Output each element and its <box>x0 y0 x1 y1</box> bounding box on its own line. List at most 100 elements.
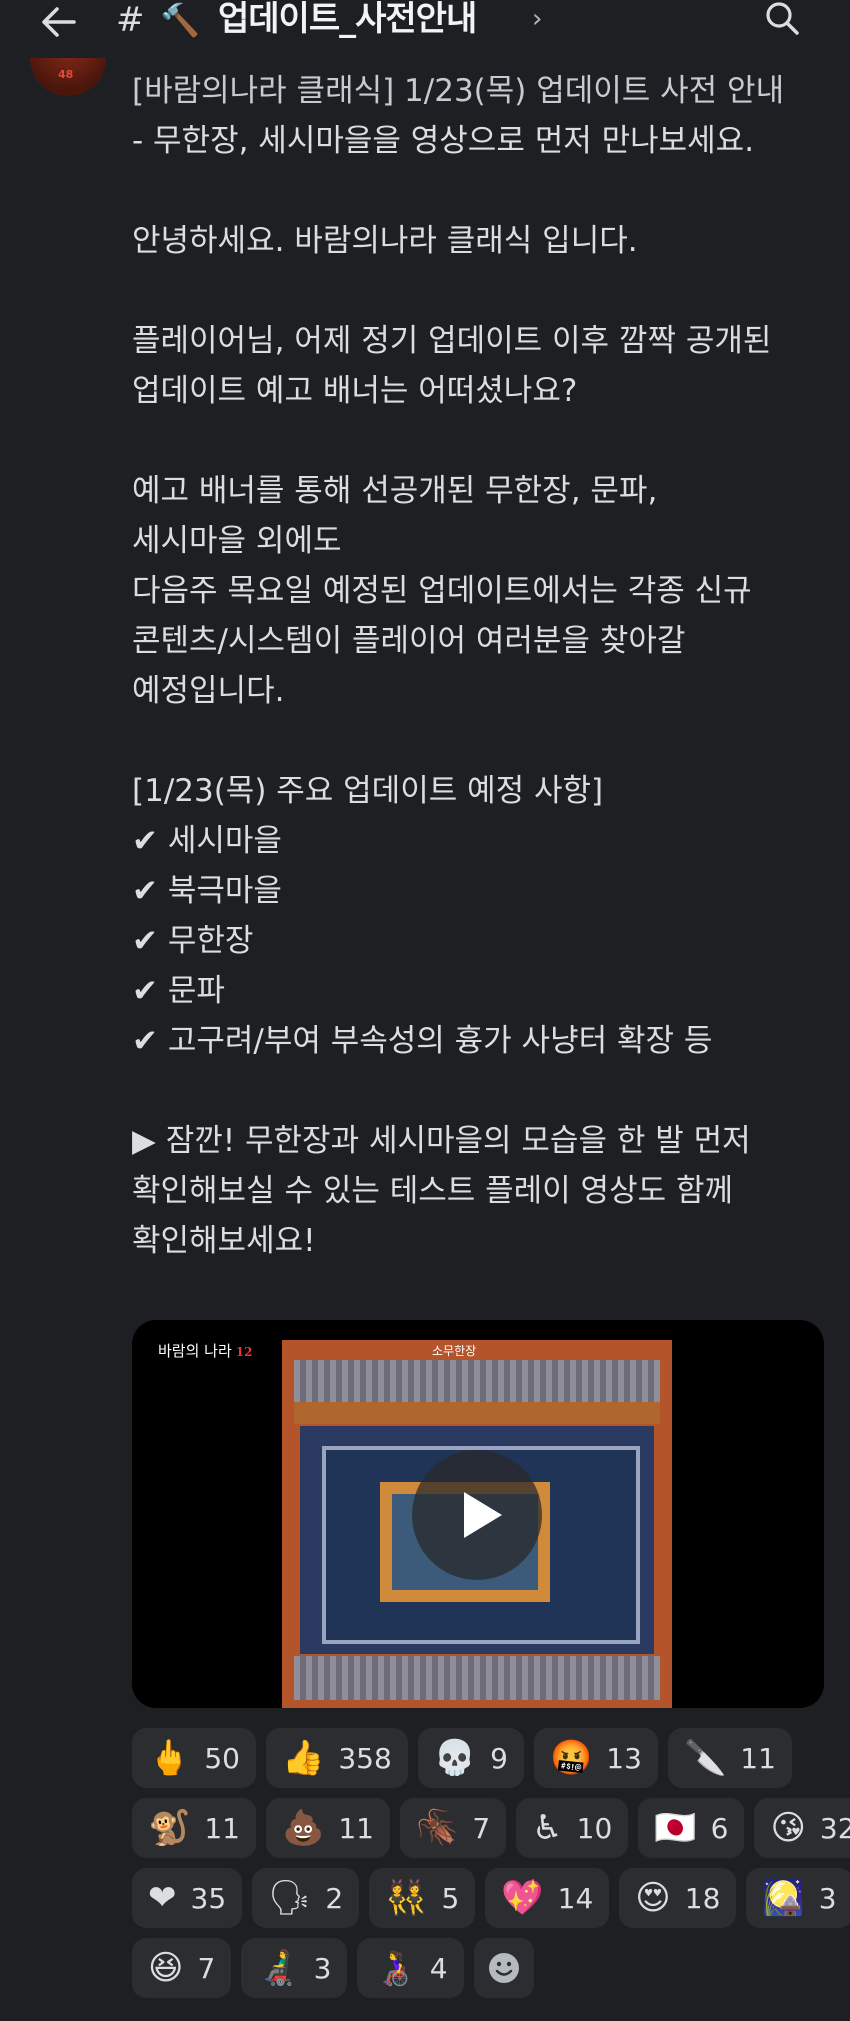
message-line: 세시마을 외에도 <box>132 523 342 559</box>
reaction-count: 50 <box>204 1741 240 1775</box>
reaction-count: 35 <box>190 1881 227 1915</box>
message-line: 콘텐츠/시스템이 플레이어 여러분을 찾아갈 <box>132 623 686 659</box>
reaction-emoji-icon: 👯 <box>385 1878 428 1918</box>
reaction-chip[interactable]: 😘 32 <box>754 1798 850 1858</box>
reaction-emoji-icon: ♿ <box>532 1808 563 1848</box>
reaction-emoji-icon: 💖 <box>501 1878 544 1918</box>
arrow-left-icon <box>42 7 76 37</box>
reaction-count: 18 <box>684 1881 721 1915</box>
video-logo-badge: 12 <box>235 1345 253 1359</box>
reaction-chip[interactable]: 💩 11 <box>265 1798 390 1858</box>
channel-hash-icon: # <box>116 0 145 40</box>
reaction-count: 3 <box>313 1951 332 1985</box>
reaction-emoji-icon: 🇯🇵 <box>654 1808 697 1848</box>
reactions-bar: 🖕 50 👍 358 💀 9 🤬 13 🔪 11 🐒 11 💩 11 🪳 7 ♿ 10 🇯🇵 6 😘 32 ❤ 35 🗣 2 👯 5 💖… <box>132 1728 850 2008</box>
reaction-count: 13 <box>606 1741 642 1775</box>
video-logo: 바람의 나라 12 <box>158 1340 252 1361</box>
message-line: 업데이트 예고 배너는 어떠셨나요? <box>132 373 578 409</box>
reaction-count: 11 <box>204 1811 240 1845</box>
reaction-count: 32 <box>819 1811 850 1845</box>
video-embed[interactable]: 바람의 나라 12 소무한장 <box>132 1320 824 1708</box>
reaction-count: 11 <box>338 1811 374 1845</box>
search-button[interactable] <box>758 0 806 38</box>
reaction-count: 4 <box>429 1951 448 1985</box>
reaction-count: 10 <box>576 1811 613 1845</box>
message-line: ✔ 고구려/부여 부속성의 흉가 사냥터 확장 등 <box>132 1023 713 1059</box>
reaction-count: 5 <box>441 1881 460 1915</box>
video-logo-text: 바람의 나라 <box>158 1342 232 1360</box>
reaction-chip[interactable]: 🎑 3 <box>746 1868 850 1928</box>
reaction-chip[interactable]: 🖕 50 <box>132 1728 256 1788</box>
reaction-chip[interactable]: 💀 9 <box>417 1728 524 1788</box>
message-line: ✔ 무한장 <box>132 923 254 959</box>
message-line: - 무한장, 세시마을을 영상으로 먼저 만나보세요. <box>132 123 755 159</box>
thumbnail-wall-trim <box>294 1402 660 1424</box>
reaction-chip[interactable]: 😆 7 <box>132 1938 232 1998</box>
channel-name[interactable]: 업데이트_사전안내 <box>218 0 477 40</box>
avatar-badge-icon: 48 <box>58 68 74 81</box>
top-bar: # 🔨 업데이트_사전안내 › <box>0 0 850 58</box>
add-reaction-icon <box>488 1953 519 1983</box>
reaction-emoji-icon: 💩 <box>281 1808 325 1848</box>
reaction-emoji-icon: ❤ <box>148 1878 177 1918</box>
message-body: [바람의나라 클래식] 1/23(목) 업데이트 사전 안내 - 무한장, 세시마… <box>132 66 832 1266</box>
reaction-emoji-icon: 🔪 <box>683 1738 727 1778</box>
reaction-chip[interactable]: 🪳 7 <box>399 1798 507 1858</box>
message-line: ✔ 북극마을 <box>132 873 282 909</box>
reaction-count: 7 <box>472 1811 491 1845</box>
reaction-emoji-icon: 😆 <box>148 1948 184 1988</box>
reaction-count: 6 <box>710 1811 729 1845</box>
chevron-right-icon[interactable]: › <box>532 4 542 34</box>
reaction-count: 7 <box>197 1951 216 1985</box>
reaction-chip[interactable]: 💖 14 <box>485 1868 610 1928</box>
message-line: 다음주 목요일 예정된 업데이트에서는 각종 신규 <box>132 573 752 609</box>
reaction-emoji-icon: 💀 <box>433 1738 477 1778</box>
play-button[interactable] <box>412 1450 542 1580</box>
reaction-chip[interactable]: 🇯🇵 6 <box>638 1798 745 1858</box>
message-line: ✔ 문파 <box>132 973 225 1009</box>
hammer-icon: 🔨 <box>160 1 200 39</box>
reaction-emoji-icon: 👍 <box>281 1738 325 1778</box>
reaction-emoji-icon: 👩‍🦽 <box>373 1948 416 1988</box>
add-reaction-button[interactable] <box>473 1938 534 1998</box>
message-line: [1/23(목) 주요 업데이트 예정 사항] <box>132 773 604 809</box>
reaction-chip[interactable]: 👯 5 <box>369 1868 476 1928</box>
reaction-chip[interactable]: 🔪 11 <box>667 1728 792 1788</box>
reaction-row: 🖕 50 👍 358 💀 9 🤬 13 🔪 11 <box>132 1728 832 1788</box>
reaction-count: 2 <box>325 1881 344 1915</box>
reaction-row: ❤ 35 🗣 2 👯 5 💖 14 😍 18 🎑 3 <box>132 1868 850 1928</box>
back-button[interactable] <box>36 4 80 40</box>
reaction-count: 11 <box>740 1741 776 1775</box>
play-icon <box>464 1492 502 1538</box>
reaction-emoji-icon: 😍 <box>635 1878 671 1918</box>
reaction-chip[interactable]: 🗣 2 <box>252 1868 360 1928</box>
reaction-chip[interactable]: 👩‍🦽 4 <box>357 1938 464 1998</box>
reaction-emoji-icon: 🤬 <box>549 1738 593 1778</box>
reaction-emoji-icon: 🪳 <box>415 1808 459 1848</box>
reaction-emoji-icon: 👨‍🦼 <box>257 1948 300 1988</box>
reaction-emoji-icon: 🐒 <box>148 1808 191 1848</box>
reaction-count: 14 <box>557 1881 594 1915</box>
reaction-emoji-icon: 🖕 <box>148 1738 191 1778</box>
search-icon <box>766 2 799 35</box>
message-line: ✔ 세시마을 <box>132 823 282 859</box>
message-line: 예고 배너를 통해 선공개된 무한장, 문파, <box>132 473 658 509</box>
reaction-chip[interactable]: ❤ 35 <box>132 1868 243 1928</box>
reaction-chip[interactable]: 😍 18 <box>619 1868 737 1928</box>
message-line: 플레이어님, 어제 정기 업데이트 이후 깜짝 공개된 <box>132 323 772 359</box>
reaction-row: 🐒 11 💩 11 🪳 7 ♿ 10 🇯🇵 6 😘 32 <box>132 1798 850 1858</box>
reaction-emoji-icon: 🎑 <box>762 1878 805 1918</box>
message-line: [바람의나라 클래식] 1/23(목) 업데이트 사전 안내 <box>132 73 785 109</box>
reaction-chip[interactable]: ♿ 10 <box>516 1798 629 1858</box>
reaction-chip[interactable]: 🤬 13 <box>533 1728 658 1788</box>
reaction-chip[interactable]: 🐒 11 <box>132 1798 256 1858</box>
message-line: 확인해보세요! <box>132 1223 316 1259</box>
reaction-chip[interactable]: 👨‍🦼 3 <box>241 1938 348 1998</box>
reaction-emoji-icon: 🗣 <box>268 1878 312 1918</box>
message-line: 안녕하세요. 바람의나라 클래식 입니다. <box>132 223 638 259</box>
reaction-chip[interactable]: 👍 358 <box>265 1728 408 1788</box>
message-line: ▶ 잠깐! 무한장과 세시마을의 모습을 한 발 먼저 <box>132 1123 751 1159</box>
